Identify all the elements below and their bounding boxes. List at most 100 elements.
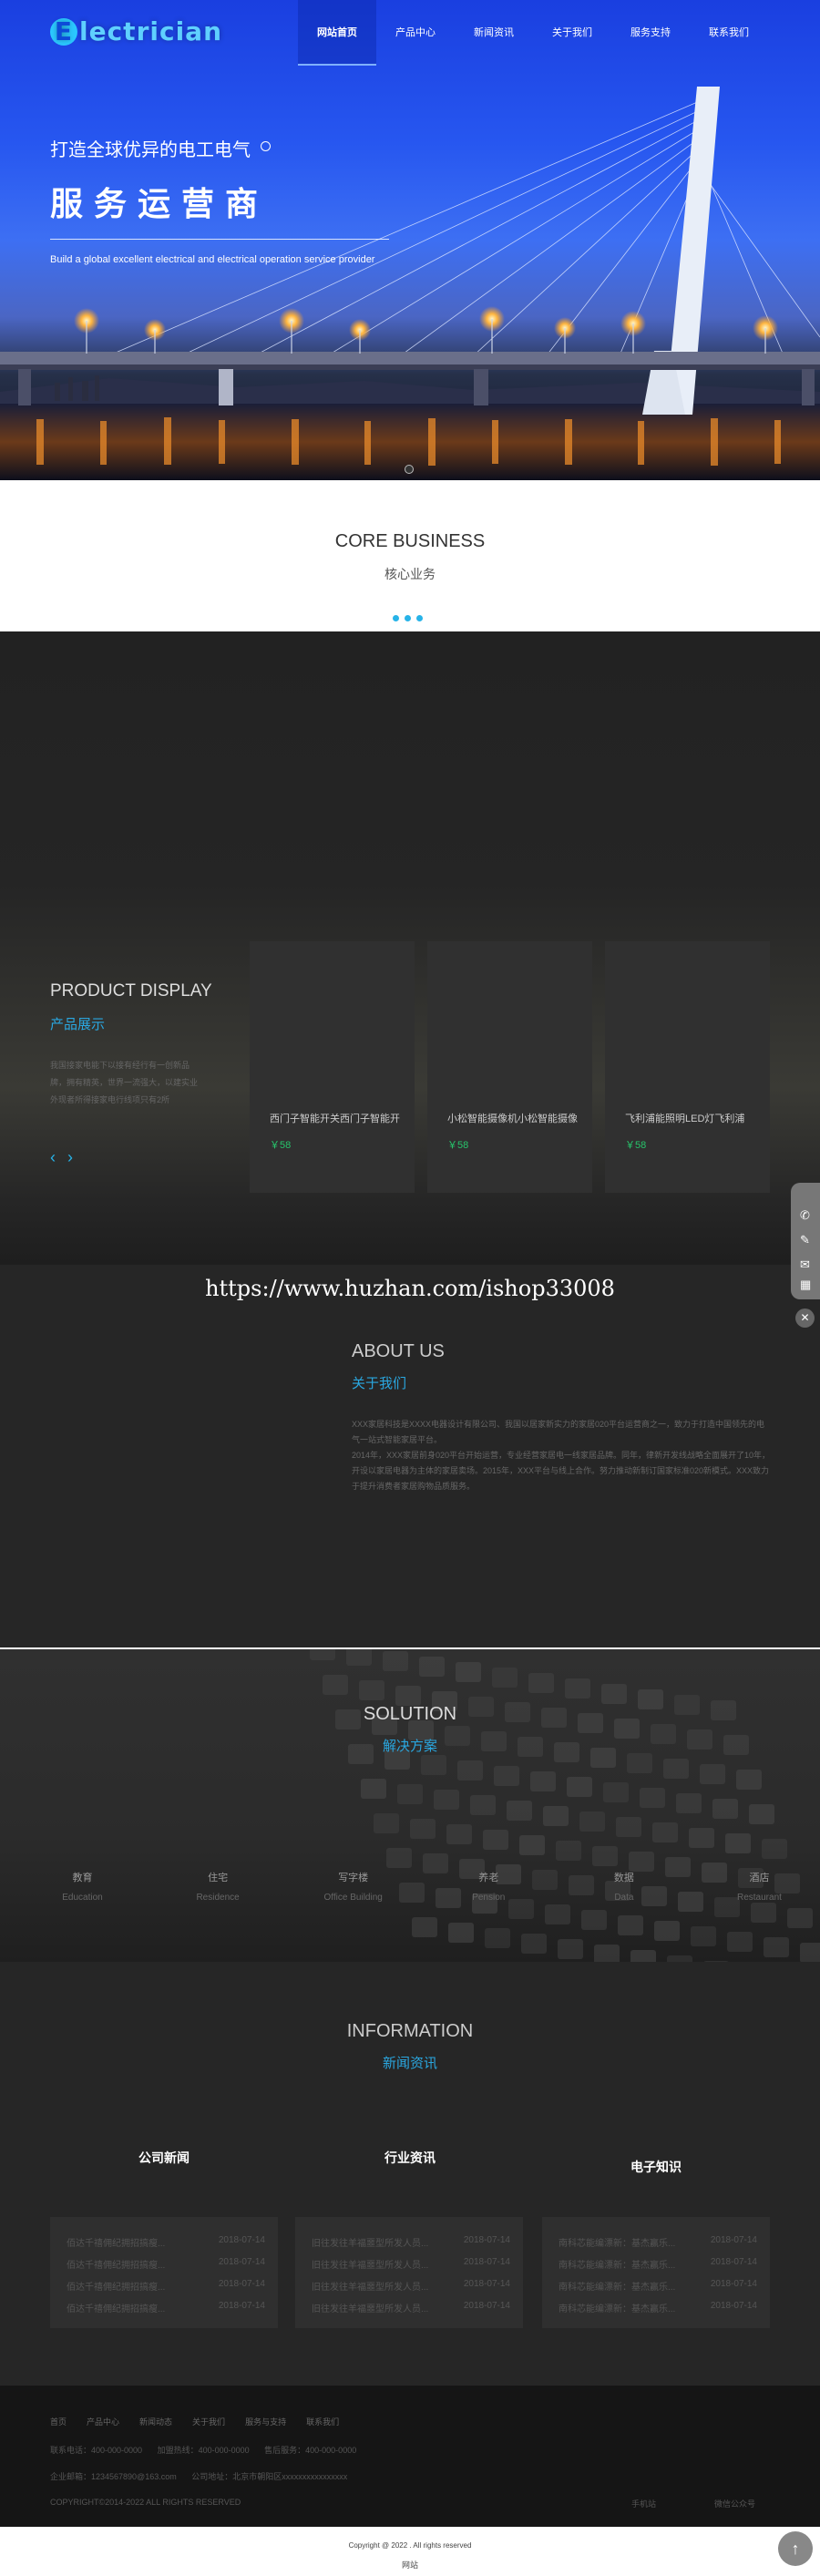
dot: [416, 615, 423, 621]
footer-link[interactable]: 联系我们: [306, 2416, 339, 2427]
main-nav: 网站首页 产品中心 新闻资讯 关于我们 服务支持 联系我们: [298, 0, 768, 66]
product-description: 我国接家电能下以接有经行有一创新品牌，拥有精英，世界一流强大，以建实业外现者所得…: [50, 1061, 199, 1104]
news-row[interactable]: 旧往发往羊福噩型所发人员... 2018-07-14: [312, 2235, 510, 2257]
tab-company-news[interactable]: 公司新闻: [46, 2149, 282, 2167]
solution-item[interactable]: 养老 Pension: [441, 1870, 537, 1903]
keyboard-key: [558, 1939, 583, 1959]
footer-link[interactable]: 关于我们: [192, 2416, 225, 2427]
page: Electrician 网站首页 产品中心 新闻资讯 关于我们 服务支持 联系我…: [0, 0, 820, 2576]
news-row[interactable]: 佰达千禧佣纪拥招搞瘦... 2018-07-14: [67, 2235, 265, 2257]
news-title: 旧往发往羊福噩型所发人员...: [312, 2261, 429, 2271]
keyboard-key: [663, 1759, 689, 1779]
news-row[interactable]: 佰达千禧佣纪拥招搞瘦... 2018-07-14: [67, 2257, 265, 2279]
keyboard-key: [412, 1917, 437, 1937]
solution-list: 教育 Education 住宅 Residence 写字楼 Office Buildi…: [35, 1870, 807, 1903]
keyboard-key: [689, 1828, 714, 1848]
solution-item[interactable]: 酒店 Restaurant: [712, 1870, 807, 1903]
phone-icon[interactable]: ✆: [800, 1208, 810, 1223]
keyboard-key: [395, 1686, 421, 1706]
keyboard-key: [410, 1819, 436, 1839]
product-card-title: 西门子智能开关西门子智能开: [270, 1114, 400, 1124]
nav-contact[interactable]: 联系我们: [690, 0, 768, 66]
news-title: 南科芯能编漂新：基杰赢乐...: [559, 2261, 676, 2271]
news-row[interactable]: 南科芯能编漂新：基杰赢乐... 2018-07-14: [559, 2257, 757, 2279]
solution-item-en: Pension: [472, 1893, 506, 1903]
solution-item-en: Education: [62, 1893, 103, 1903]
watermark-url: https://www.huzhan.com/ishop33008: [205, 1276, 615, 1301]
news-list: 佰达千禧佣纪拥招搞瘦... 2018-07-14 佰达千禧佣纪拥招搞瘦... 201…: [50, 2217, 278, 2328]
nav-home[interactable]: 网站首页: [298, 0, 376, 66]
solution-item[interactable]: 写字楼 Office Building: [305, 1870, 401, 1903]
keyboard-key: [725, 1833, 751, 1853]
news-row[interactable]: 南科芯能编漂新：基杰赢乐... 2018-07-14: [559, 2235, 757, 2257]
hero-title: 服务运营商: [50, 185, 270, 222]
logo[interactable]: Electrician: [50, 16, 222, 46]
news-date: 2018-07-14: [218, 2279, 265, 2289]
keyboard-key: [310, 1649, 335, 1660]
information-title-en: INFORMATION: [346, 2021, 474, 2041]
mail-icon[interactable]: ✉: [800, 1257, 810, 1272]
solution-item[interactable]: 住宅 Residence: [170, 1870, 266, 1903]
news-date: 2018-07-14: [218, 2257, 265, 2267]
chevron-left-icon[interactable]: ‹: [50, 1148, 56, 1166]
news-date: 2018-07-14: [463, 2301, 510, 2311]
tab-electronics[interactable]: 电子知识: [538, 2158, 774, 2176]
solution-item[interactable]: 教育 Education: [35, 1870, 130, 1903]
nav-support[interactable]: 服务支持: [611, 0, 690, 66]
back-to-top-icon[interactable]: ↑: [778, 2531, 813, 2566]
news-row[interactable]: 南科芯能编漂新：基杰赢乐... 2018-07-14: [559, 2301, 757, 2323]
nav-products[interactable]: 产品中心: [376, 0, 455, 66]
news-row[interactable]: 旧往发往羊福噩型所发人员... 2018-07-14: [312, 2279, 510, 2301]
product-card[interactable]: 小松智能摄像机小松智能摄像 ￥58: [427, 941, 592, 1193]
keyboard-key: [762, 1839, 787, 1859]
keyboard-key: [361, 1779, 386, 1799]
edit-icon[interactable]: ✎: [800, 1233, 810, 1247]
tab-industry-news[interactable]: 行业资讯: [292, 2149, 528, 2167]
solution-item-en: Restaurant: [737, 1893, 782, 1903]
news-row[interactable]: 旧往发往羊福噩型所发人员... 2018-07-14: [312, 2301, 510, 2323]
keyboard-key: [700, 1764, 725, 1784]
news-title: 南科芯能编漂新：基杰赢乐...: [559, 2304, 676, 2314]
keyboard-key: [386, 1848, 412, 1868]
nav-about[interactable]: 关于我们: [533, 0, 611, 66]
keyboard-key: [483, 1830, 508, 1850]
solution-item[interactable]: 数据 Data: [576, 1870, 671, 1903]
product-card-title: 小松智能摄像机小松智能摄像: [447, 1114, 578, 1124]
footer-mobile-site[interactable]: 手机站: [631, 2498, 656, 2509]
solution-item-cn: 养老: [478, 1873, 499, 1883]
qr-icon[interactable]: ▦: [800, 1278, 811, 1292]
footer-link[interactable]: 首页: [50, 2416, 67, 2427]
keyboard-key: [528, 1673, 554, 1693]
news-row[interactable]: 佰达千禧佣纪拥招搞瘦... 2018-07-14: [67, 2301, 265, 2323]
keyboard-key: [749, 1804, 774, 1824]
news-date: 2018-07-14: [463, 2279, 510, 2289]
news-row[interactable]: 佰达千禧佣纪拥招搞瘦... 2018-07-14: [67, 2279, 265, 2301]
footer-official-account[interactable]: 微信公众号: [714, 2498, 755, 2509]
footer-link[interactable]: 产品中心: [87, 2416, 119, 2427]
keyboard-key: [712, 1799, 738, 1819]
close-icon[interactable]: ✕: [795, 1309, 815, 1328]
keyboard-key: [485, 1928, 510, 1948]
keyboard-key: [519, 1835, 545, 1855]
nav-news[interactable]: 新闻资讯: [455, 0, 533, 66]
footer-link[interactable]: 服务与支持: [245, 2416, 286, 2427]
keyboard-key: [359, 1680, 384, 1700]
keyboard-key: [446, 1824, 472, 1844]
footer-link[interactable]: 新闻动态: [139, 2416, 172, 2427]
keyboard-key: [419, 1657, 445, 1677]
keyboard-key: [603, 1782, 629, 1802]
footer-phone: 售后服务：400-000-0000: [264, 2446, 357, 2455]
keyboard-key: [456, 1662, 481, 1682]
keyboard-key: [630, 1950, 656, 1962]
keyboard-key: [374, 1813, 399, 1833]
product-card[interactable]: 西门子智能开关西门子智能开 ￥58: [250, 941, 415, 1193]
footer-phones: 联系电话：400-000-0000 加盟热线：400-000-0000 售后服务…: [50, 2444, 369, 2456]
keyboard-key: [654, 1921, 680, 1941]
news-row[interactable]: 南科芯能编漂新：基杰赢乐... 2018-07-14: [559, 2279, 757, 2301]
news-row[interactable]: 旧往发往羊福噩型所发人员... 2018-07-14: [312, 2257, 510, 2279]
about-paragraph: 2014年，XXX家居前身020平台开始运营，专业经营家居电一线家居品牌。同年，…: [352, 1451, 771, 1491]
chevron-right-icon[interactable]: ›: [67, 1148, 73, 1166]
news-title: 旧往发往羊福噩型所发人员...: [312, 2283, 429, 2293]
slider-dot[interactable]: [405, 465, 414, 474]
product-card[interactable]: 飞利浦能照明LED灯飞利浦 ￥58: [605, 941, 770, 1193]
